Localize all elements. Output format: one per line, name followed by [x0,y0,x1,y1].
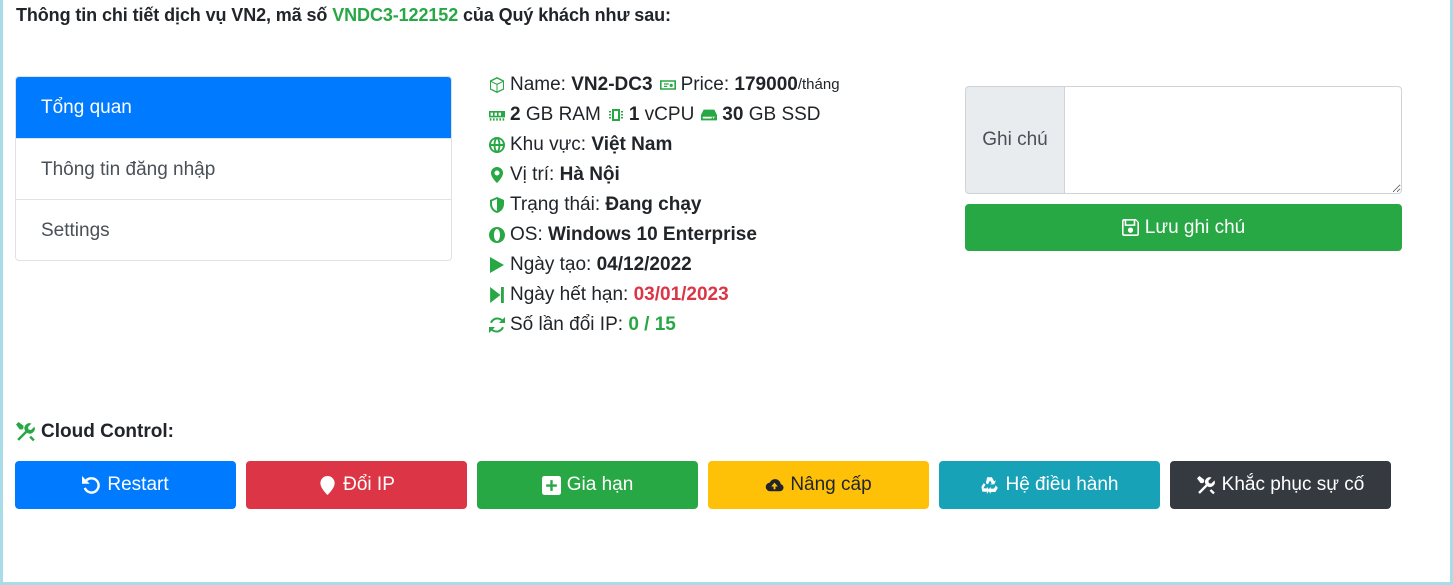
restart-label: Restart [107,474,169,495]
save-icon [1121,219,1139,236]
tab-settings[interactable]: Settings [16,199,451,260]
note-label: Ghi chú [965,86,1065,194]
info-row-status: Trạng thái: Đang chạy [488,190,928,220]
restart-icon [82,475,101,494]
name-value: VN2-DC3 [571,74,653,95]
change-ip-button[interactable]: Đổi IP [246,461,467,509]
money-bill-icon [659,76,677,94]
map-marker-icon [320,475,335,495]
ssd-value: 30 [722,104,744,125]
ram-value: 2 [510,104,521,125]
change-ip-label: Đổi IP [343,474,395,495]
shield-icon [488,196,506,214]
renew-label: Gia hạn [566,474,634,495]
service-code: VNDC3-122152 [332,5,459,25]
service-info: Name: VN2-DC3 Price: 179000/tháng 2 GB R… [488,70,928,340]
sync-icon [488,316,506,334]
price-label: Price: [680,74,730,95]
save-note-label: Lưu ghi chú [1144,216,1246,238]
cpu-value: 1 [628,104,640,125]
hdd-icon [700,106,718,124]
created-label: Ngày tạo: [510,254,592,275]
cloud-upload-icon [766,478,784,491]
name-label: Name: [510,74,566,95]
note-textarea[interactable] [1065,86,1402,194]
cloud-control-title: Cloud Control: [16,421,174,443]
info-row-region: Khu vực: Việt Nam [488,130,928,160]
info-row-name: Name: VN2-DC3 Price: 179000/tháng [488,70,928,100]
upgrade-label: Nâng cấp [790,474,872,495]
os-label: OS: [510,224,543,245]
service-tabs: Tổng quan Thông tin đăng nhập Settings [15,76,452,261]
step-forward-icon [488,286,506,304]
location-value: Hà Nội [559,164,620,185]
info-row-os: OS: Windows 10 Enterprise [488,220,928,250]
location-label: Vị trí: [510,164,555,185]
os-value: Windows 10 Enterprise [548,224,757,245]
cube-icon [488,76,506,94]
region-label: Khu vực: [510,134,587,155]
title-prefix: Thông tin chi tiết dịch vụ VN2, mã số [16,5,328,25]
tools-icon [1196,475,1215,494]
ipchange-label: Số lần đổi IP: [510,314,624,335]
os-button[interactable]: Hệ điều hành [939,461,1160,509]
save-note-button[interactable]: Lưu ghi chú [965,204,1402,251]
ipchange-value: 0 / 15 [628,314,676,335]
ram-unit: GB RAM [525,104,601,125]
status-value: Đang chạy [605,194,702,215]
info-row-expire: Ngày hết hạn: 03/01/2023 [488,280,928,310]
plus-square-icon [541,475,561,495]
cpu-icon [607,106,625,124]
page-title: Thông tin chi tiết dịch vụ VN2, mã số VN… [16,5,671,26]
opera-icon [488,226,506,244]
cloud-control-buttons: Restart Đổi IP Gia hạn Nâng cấp Hệ điều … [15,461,1391,509]
cpu-unit: vCPU [644,104,695,125]
os-label: Hệ điều hành [1005,474,1119,495]
info-row-location: Vị trí: Hà Nội [488,160,928,190]
ssd-unit: GB SSD [748,104,821,125]
info-row-ipchange: Số lần đổi IP: 0 / 15 [488,310,928,340]
price-value: 179000 [734,74,798,95]
memory-icon [488,106,506,124]
upgrade-button[interactable]: Nâng cấp [708,461,929,509]
tab-login-info[interactable]: Thông tin đăng nhập [16,138,451,199]
globe-icon [488,136,506,154]
price-unit: /tháng [797,76,840,93]
cloud-control-label: Cloud Control: [41,421,174,442]
tools-icon [16,422,35,442]
tab-overview[interactable]: Tổng quan [16,77,451,138]
recycle-icon [981,476,999,494]
troubleshoot-label: Khắc phục sự cố [1221,474,1365,495]
renew-button[interactable]: Gia hạn [477,461,698,509]
play-icon [488,256,506,274]
info-row-created: Ngày tạo: 04/12/2022 [488,250,928,280]
note-group: Ghi chú [965,86,1402,194]
region-value: Việt Nam [591,134,673,155]
info-row-specs: 2 GB RAM 1 vCPU 30 GB SSD [488,100,928,130]
map-marker-icon [488,166,506,184]
status-label: Trạng thái: [510,194,601,215]
restart-button[interactable]: Restart [15,461,236,509]
expire-label: Ngày hết hạn: [510,284,629,305]
created-value: 04/12/2022 [596,254,692,275]
expire-value: 03/01/2023 [633,284,729,305]
title-suffix: của Quý khách như sau: [463,5,671,25]
troubleshoot-button[interactable]: Khắc phục sự cố [1170,461,1391,509]
